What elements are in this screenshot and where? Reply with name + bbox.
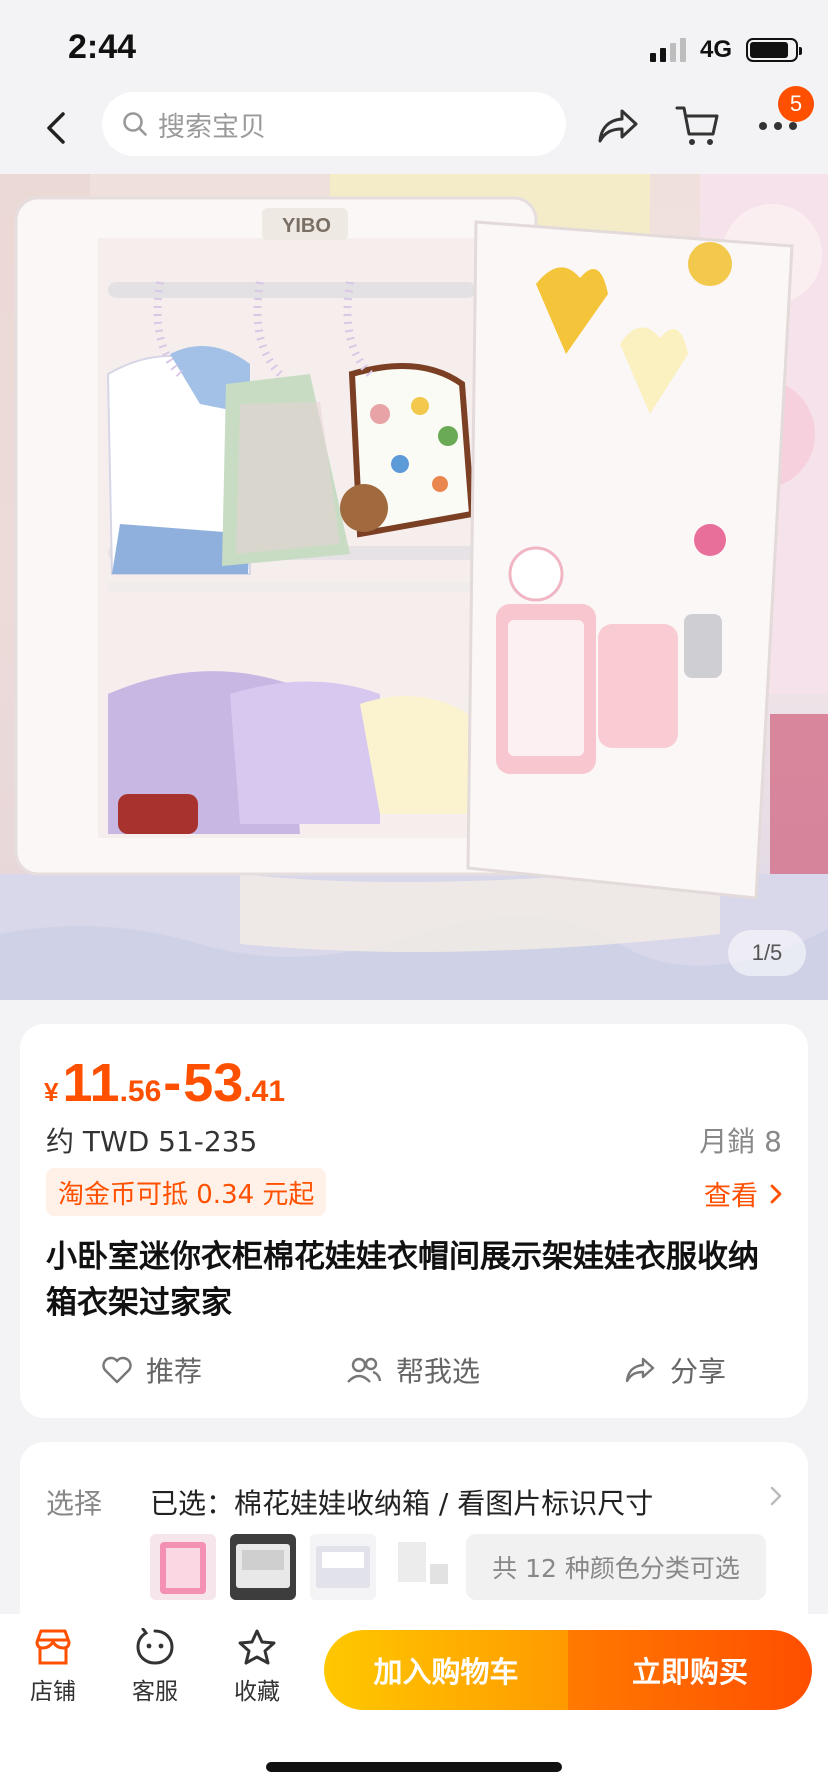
cart-button[interactable]	[672, 100, 724, 152]
store-button[interactable]: 店铺	[8, 1628, 98, 1706]
add-to-cart-button[interactable]: 加入购物车	[324, 1630, 568, 1710]
image-counter: 1/5	[728, 930, 806, 976]
signal-icon	[649, 38, 686, 62]
price-low-dec: .56	[119, 1075, 162, 1108]
variant-thumbnail[interactable]	[150, 1534, 216, 1600]
recommend-button[interactable]: 推荐	[102, 1342, 202, 1398]
brand-logo: YIBO	[282, 215, 331, 237]
network-label: 4G	[699, 36, 732, 63]
twd-price: 约 TWD 51-235	[46, 1125, 258, 1158]
variant-thumbnails	[150, 1534, 456, 1600]
pink-cabinet-image	[150, 1534, 216, 1600]
spec-selector-card[interactable]: 选择 已选：棉花娃娃收纳箱 / 看图片标识尺寸 共 12 种颜色分类可选	[20, 1442, 808, 1642]
share-label: 分享	[670, 1355, 727, 1388]
store-icon	[35, 1629, 71, 1665]
buy-now-button[interactable]: 立即购买	[568, 1630, 812, 1710]
help-choose-label: 帮我选	[396, 1355, 481, 1388]
search-input[interactable]: 搜索宝贝	[102, 92, 566, 156]
share-icon	[625, 1357, 655, 1383]
share-icon	[598, 109, 638, 143]
home-indicator	[266, 1762, 562, 1772]
people-icon	[347, 1357, 382, 1383]
customer-service-button[interactable]: 客服	[110, 1628, 200, 1706]
chevron-right-icon	[770, 1184, 782, 1203]
view-link-label: 查看	[704, 1181, 758, 1212]
variant-thumbnail[interactable]	[390, 1534, 456, 1600]
share-button[interactable]	[592, 100, 644, 152]
price-range: ¥ 11 .56 - 53 .41	[44, 1052, 285, 1114]
price-high-dec: .41	[243, 1075, 286, 1108]
chevron-left-icon	[47, 112, 65, 144]
search-icon	[123, 112, 147, 136]
selected-spec: 已选：棉花娃娃收纳箱 / 看图片标识尺寸	[150, 1487, 654, 1520]
back-button[interactable]	[34, 106, 78, 150]
star-icon	[238, 1629, 276, 1665]
color-options-chip[interactable]: 共 12 种颜色分类可选	[466, 1534, 766, 1600]
status-time: 2:44	[68, 28, 137, 66]
service-label: 客服	[132, 1679, 178, 1705]
service-face-icon	[136, 1628, 174, 1665]
view-discount-link[interactable]: 查看	[704, 1174, 782, 1213]
price-dash: -	[163, 1053, 182, 1113]
price-low-int: 11	[62, 1053, 120, 1113]
product-image-gallery[interactable]: YIBO 1/5	[0, 174, 828, 1000]
product-actions: 推荐 帮我选 分享	[20, 1342, 808, 1398]
status-bar: 2:44 4G	[0, 0, 828, 96]
share-product-button[interactable]: 分享	[624, 1342, 726, 1398]
cart-icon	[675, 106, 719, 145]
help-choose-button[interactable]: 帮我选	[346, 1342, 480, 1398]
white-cabinet-image	[310, 1534, 376, 1600]
product-title: 小卧室迷你衣柜棉花娃娃衣帽间展示架娃娃衣服收纳箱衣架过家家	[46, 1239, 759, 1321]
battery-icon	[746, 38, 802, 62]
status-icons: 4G	[649, 36, 802, 64]
currency-symbol: ¥	[44, 1077, 59, 1107]
favorite-button[interactable]: 收藏	[212, 1628, 302, 1706]
size-chart-image	[390, 1534, 456, 1600]
monthly-sales: 月銷 8	[699, 1125, 782, 1158]
store-label: 店铺	[30, 1679, 76, 1705]
product-photo: YIBO	[0, 174, 828, 1000]
favorite-label: 收藏	[234, 1679, 280, 1705]
nav-bar: 搜索宝贝 5	[0, 86, 828, 172]
recommend-label: 推荐	[146, 1355, 203, 1388]
heart-icon	[102, 1356, 132, 1384]
price-high-int: 53	[183, 1053, 244, 1113]
chevron-right-icon	[770, 1486, 782, 1506]
search-placeholder: 搜索宝贝	[158, 111, 266, 143]
cart-count-badge: 5	[778, 86, 814, 122]
grey-cabinet-image	[230, 1534, 296, 1600]
variant-thumbnail[interactable]	[310, 1534, 376, 1600]
variant-thumbnail[interactable]	[230, 1534, 296, 1600]
product-info-card: ¥ 11 .56 - 53 .41 约 TWD 51-235 月銷 8 淘金币可…	[20, 1024, 808, 1418]
more-icon	[759, 122, 797, 130]
coin-discount-badge: 淘金币可抵 0.34 元起	[46, 1168, 327, 1216]
spec-label: 选择	[46, 1487, 103, 1520]
